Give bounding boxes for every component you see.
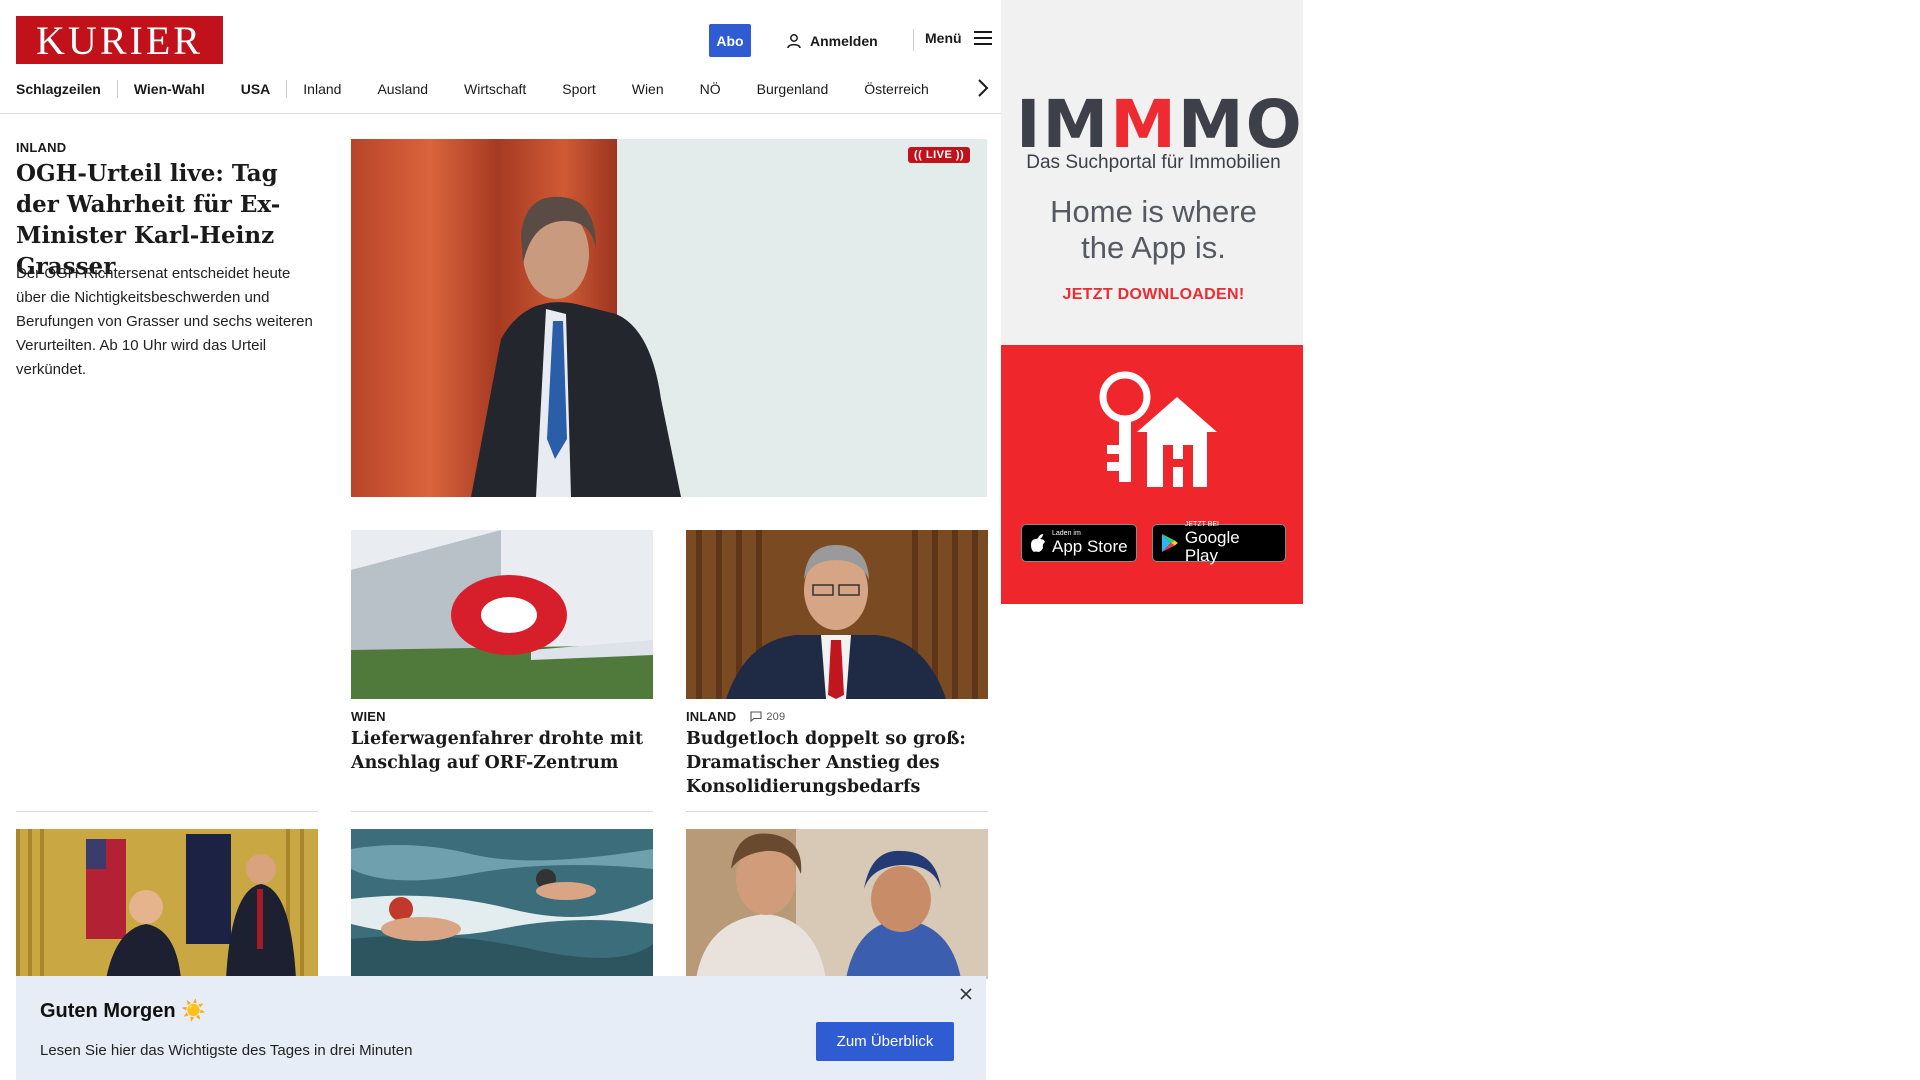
- women-photo: [686, 829, 988, 979]
- app-store-text: Laden im App Store: [1052, 530, 1128, 556]
- nav-item-sport[interactable]: Sport: [562, 81, 595, 97]
- lead-photo: [351, 139, 987, 497]
- nav-item-schlagzeilen[interactable]: Schlagzeilen: [16, 81, 101, 97]
- app-store-button[interactable]: Laden im App Store: [1021, 524, 1137, 562]
- morning-briefing-banner: Guten Morgen ☀️ Lesen Sie hier das Wicht…: [16, 976, 986, 1080]
- overview-button[interactable]: Zum Überblick: [816, 1022, 954, 1061]
- card-image-budget[interactable]: [686, 530, 988, 699]
- lead-kicker: INLAND: [16, 140, 67, 155]
- nav-item-wien-wahl[interactable]: Wien-Wahl: [134, 81, 205, 97]
- banner-text: Lesen Sie hier das Wichtigste des Tages …: [40, 1042, 413, 1059]
- nav-item-noe[interactable]: NÖ: [700, 81, 721, 97]
- nav-item-usa[interactable]: USA: [241, 81, 271, 97]
- google-play-big: Google Play: [1184, 528, 1240, 565]
- comment-count-value: 209: [766, 710, 786, 723]
- row-divider: [16, 811, 318, 812]
- card-kicker-inland: INLAND 209: [686, 709, 785, 724]
- lead-teaser[interactable]: Der OGH-Richtersenat entscheidet heute ü…: [16, 262, 316, 382]
- header-divider: [913, 29, 914, 51]
- nav-item-inland[interactable]: Inland: [303, 81, 341, 97]
- site-header: KURIER Abo Anmelden Menü Schlagzeilen Wi…: [0, 0, 1004, 114]
- card-kicker-label: INLAND: [686, 709, 737, 724]
- nav-item-oesterreich[interactable]: Österreich: [864, 81, 929, 97]
- ad-download-cta[interactable]: JETZT DOWNLOADEN!: [1016, 286, 1291, 304]
- lead-image[interactable]: (( LIVE )): [351, 139, 987, 497]
- user-icon: [787, 34, 801, 49]
- ad-slogan-line: Home is where: [1050, 194, 1257, 229]
- card-image-swim[interactable]: [351, 829, 653, 979]
- nav-item-burgenland[interactable]: Burgenland: [757, 81, 829, 97]
- card-kicker-label: WIEN: [351, 709, 386, 724]
- card-kicker-wien: WIEN: [351, 709, 386, 724]
- abo-button[interactable]: Abo: [709, 24, 751, 57]
- google-play-button[interactable]: JETZT BEI Google Play: [1152, 521, 1286, 565]
- google-play-text: JETZT BEI Google Play: [1185, 521, 1277, 565]
- app-store-big: App Store: [1052, 537, 1128, 556]
- ad-slogan: Home is where the App is.: [1016, 194, 1291, 266]
- card-image-usa[interactable]: [16, 829, 318, 979]
- menu-button[interactable]: Menü: [925, 30, 992, 46]
- nav-separator: [286, 80, 288, 98]
- row-divider: [686, 811, 988, 812]
- budget-photo: [686, 530, 988, 699]
- menu-label: Menü: [925, 30, 962, 46]
- kurier-logo[interactable]: KURIER: [16, 16, 223, 64]
- house-key-icon: [1099, 371, 1217, 487]
- comment-icon: [750, 711, 762, 722]
- ad-red-panel: Laden im App Store JETZT BEI Google Play: [1001, 345, 1303, 604]
- ad-subtitle: Das Suchportal für Immobilien: [1026, 152, 1281, 173]
- chevron-right-icon[interactable]: [975, 78, 991, 98]
- nav-separator: [116, 80, 118, 98]
- google-play-icon: [1161, 534, 1178, 552]
- row-divider: [351, 811, 653, 812]
- immmo-ad[interactable]: IMMMO Das Suchportal für Immobilien Home…: [1001, 0, 1303, 604]
- immmo-logo: IMMMO: [1016, 88, 1302, 162]
- live-badge: (( LIVE )): [908, 147, 971, 163]
- comment-count[interactable]: 209: [750, 711, 785, 723]
- usa-photo: [16, 829, 318, 979]
- card-headline-orf[interactable]: Lieferwagenfahrer drohte mit Anschlag au…: [351, 727, 653, 775]
- hamburger-icon: [973, 31, 992, 45]
- apple-icon: [1031, 534, 1045, 552]
- page: KURIER Abo Anmelden Menü Schlagzeilen Wi…: [0, 0, 1920, 1080]
- orf-photo: [351, 530, 653, 699]
- login-label: Anmelden: [810, 33, 878, 49]
- close-icon[interactable]: [958, 986, 974, 1002]
- card-image-orf[interactable]: [351, 530, 653, 699]
- nav-item-wirtschaft[interactable]: Wirtschaft: [464, 81, 526, 97]
- nav-item-wien[interactable]: Wien: [632, 81, 664, 97]
- category-nav: Schlagzeilen Wien-Wahl USA Inland Auslan…: [16, 78, 929, 100]
- card-headline-budget[interactable]: Budgetloch doppelt so groß: Dramatischer…: [686, 727, 988, 799]
- banner-title: Guten Morgen ☀️: [40, 1000, 207, 1022]
- ad-slogan-line: the App is.: [1081, 230, 1226, 265]
- swim-photo: [351, 829, 653, 979]
- login-button[interactable]: Anmelden: [786, 30, 878, 52]
- card-image-women[interactable]: [686, 829, 988, 979]
- nav-item-ausland[interactable]: Ausland: [377, 81, 428, 97]
